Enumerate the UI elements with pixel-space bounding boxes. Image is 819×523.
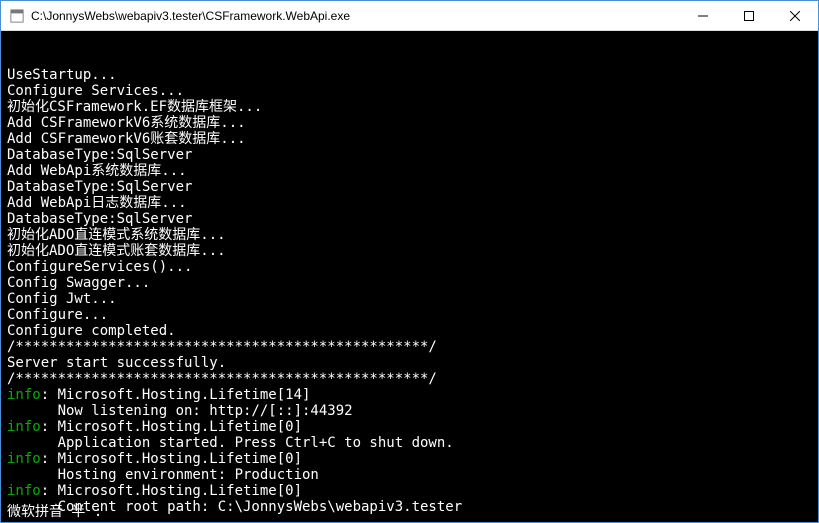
- console-info-line: info: Microsoft.Hosting.Lifetime[0]: [7, 419, 812, 435]
- info-source: : Microsoft.Hosting.Lifetime[0]: [41, 451, 302, 467]
- console-line: Configure Services...: [7, 83, 812, 99]
- maximize-button[interactable]: [726, 1, 772, 30]
- console-info-line: info: Microsoft.Hosting.Lifetime[0]: [7, 483, 812, 499]
- app-icon: [9, 8, 25, 24]
- info-level-label: info: [7, 483, 41, 499]
- console-info-message: Application started. Press Ctrl+C to shu…: [7, 435, 812, 451]
- window-controls: [680, 1, 818, 30]
- console-line: DatabaseType:SqlServer: [7, 147, 812, 163]
- console-line: DatabaseType:SqlServer: [7, 211, 812, 227]
- console-line: /***************************************…: [7, 339, 812, 355]
- console-line: Server start successfully.: [7, 355, 812, 371]
- close-button[interactable]: [772, 1, 818, 30]
- console-info-message: Now listening on: http://[::]:44392: [7, 403, 812, 419]
- window-title: C:\JonnysWebs\webapiv3.tester\CSFramewor…: [31, 9, 680, 23]
- info-source: : Microsoft.Hosting.Lifetime[14]: [41, 387, 311, 403]
- info-level-label: info: [7, 387, 41, 403]
- title-bar[interactable]: C:\JonnysWebs\webapiv3.tester\CSFramewor…: [1, 1, 818, 31]
- console-line: 初始化ADO直连模式系统数据库...: [7, 227, 812, 243]
- console-info-message: Content root path: C:\JonnysWebs\webapiv…: [7, 499, 812, 515]
- console-line: Configure...: [7, 307, 812, 323]
- info-level-label: info: [7, 451, 41, 467]
- console-line: 初始化ADO直连模式账套数据库...: [7, 243, 812, 259]
- info-level-label: info: [7, 419, 41, 435]
- console-line: ConfigureServices()...: [7, 259, 812, 275]
- console-line: Add CSFrameworkV6账套数据库...: [7, 131, 812, 147]
- console-line: Add WebApi系统数据库...: [7, 163, 812, 179]
- console-line: Config Swagger...: [7, 275, 812, 291]
- console-line: Configure completed.: [7, 323, 812, 339]
- minimize-button[interactable]: [680, 1, 726, 30]
- info-source: : Microsoft.Hosting.Lifetime[0]: [41, 419, 302, 435]
- console-info-line: info: Microsoft.Hosting.Lifetime[0]: [7, 451, 812, 467]
- console-line: /***************************************…: [7, 371, 812, 387]
- info-source: : Microsoft.Hosting.Lifetime[0]: [41, 483, 302, 499]
- console-line: Add WebApi日志数据库...: [7, 195, 812, 211]
- console-line: Config Jwt...: [7, 291, 812, 307]
- ime-status: 微软拼音 半 :: [7, 504, 102, 520]
- console-line: 初始化CSFramework.EF数据库框架...: [7, 99, 812, 115]
- console-info-message: Hosting environment: Production: [7, 467, 812, 483]
- console-line: UseStartup...: [7, 67, 812, 83]
- app-window: C:\JonnysWebs\webapiv3.tester\CSFramewor…: [0, 0, 819, 523]
- console-line: DatabaseType:SqlServer: [7, 179, 812, 195]
- console-output[interactable]: UseStartup...Configure Services...初始化CSF…: [1, 31, 818, 522]
- console-info-line: info: Microsoft.Hosting.Lifetime[14]: [7, 387, 812, 403]
- console-line: Add CSFrameworkV6系统数据库...: [7, 115, 812, 131]
